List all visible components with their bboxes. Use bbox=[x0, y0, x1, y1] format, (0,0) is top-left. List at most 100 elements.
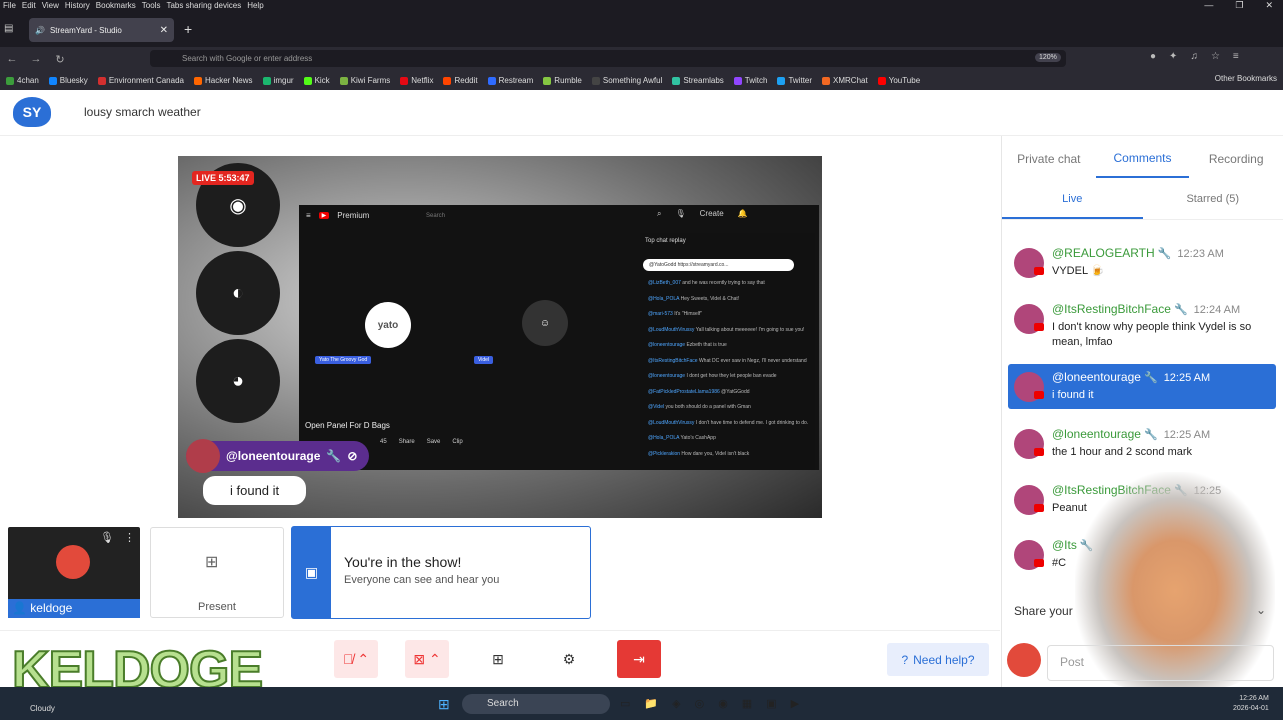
in-show-card: ▣ You're in the show! Everyone can see a… bbox=[291, 526, 591, 619]
menu-item[interactable]: Edit bbox=[22, 0, 36, 11]
comment-user: @REALOGEARTH bbox=[1052, 246, 1155, 260]
zoom-level[interactable]: 120% bbox=[1035, 53, 1061, 62]
inner-chat-header: Top chat replay bbox=[645, 238, 686, 244]
leave-studio-button[interactable]: ⇥ bbox=[617, 640, 661, 678]
tab-list-icon[interactable]: ▤ bbox=[4, 23, 13, 34]
bookmark-item[interactable]: Reddit bbox=[443, 76, 478, 85]
menu-item[interactable]: Tools bbox=[142, 0, 161, 11]
panel-subtab[interactable]: Live bbox=[1002, 188, 1143, 219]
bookmark-favicon-icon bbox=[543, 76, 552, 85]
bookmark-item[interactable]: XMRChat bbox=[822, 76, 868, 85]
post-comment-input[interactable]: Post bbox=[1047, 645, 1274, 681]
show-title[interactable]: lousy smarch weather bbox=[84, 105, 201, 119]
chevron-up-icon[interactable]: ⌃ bbox=[357, 651, 369, 668]
comment-time: 12:25 AM bbox=[1163, 429, 1211, 441]
taskbar-clock[interactable]: 12:26 AM 2026-04-01 bbox=[1233, 694, 1269, 714]
weather-widget[interactable]: Cloudy bbox=[30, 704, 55, 713]
calculator-icon[interactable]: ▦ bbox=[742, 697, 752, 710]
panel-tab[interactable]: Comments bbox=[1095, 140, 1190, 178]
menu-item[interactable]: Help bbox=[247, 0, 263, 11]
inner-chat-user: @Picklerakion bbox=[648, 450, 681, 457]
browser-tab[interactable]: 🔊 StreamYard - Studio ✕ bbox=[29, 18, 174, 42]
bookmark-item[interactable]: Netflix bbox=[400, 76, 433, 85]
guest-videl-avatar: ☺ bbox=[522, 300, 568, 346]
bookmark-item[interactable]: Twitch bbox=[733, 76, 767, 85]
present-tile[interactable]: Present bbox=[150, 527, 284, 618]
copilot-icon[interactable]: ◈ bbox=[672, 697, 680, 710]
comment-item[interactable]: @ItsRestingBitchFace 🔧 12:24 AM I don't kn… bbox=[1008, 296, 1276, 356]
taskbar-search[interactable]: Search bbox=[462, 694, 610, 714]
share-screen-button[interactable]: ⊞ bbox=[476, 640, 520, 678]
close-tab-icon[interactable]: ✕ bbox=[160, 25, 168, 36]
bookmark-favicon-icon bbox=[339, 76, 348, 85]
other-bookmarks[interactable]: Other Bookmarks bbox=[1215, 74, 1277, 83]
mic-muted-icon[interactable]: 🎙 bbox=[100, 531, 114, 544]
bookmark-item[interactable]: Restream bbox=[487, 76, 533, 85]
more-options-icon[interactable]: ⋮ bbox=[124, 531, 135, 544]
youtube-icon bbox=[1034, 559, 1044, 567]
discord-icon[interactable]: ◎ bbox=[695, 697, 705, 710]
menu-item[interactable]: View bbox=[42, 0, 59, 11]
bookmark-item[interactable]: Kick bbox=[303, 76, 330, 85]
menu-item[interactable]: Tabs sharing devices bbox=[166, 0, 241, 11]
inner-chat-line: @Hola_POLA Yato's CashApp bbox=[648, 435, 813, 441]
bookmark-item[interactable]: Environment Canada bbox=[97, 76, 184, 85]
bookmark-item[interactable]: 4chan bbox=[6, 76, 39, 85]
mute-mic-button[interactable]: 🎙̸ ⌃ bbox=[334, 640, 378, 678]
star-icon[interactable]: ☆ bbox=[1211, 51, 1220, 62]
forward-icon[interactable]: → bbox=[24, 53, 48, 65]
help-icon: ? bbox=[901, 652, 909, 667]
menu-item[interactable]: Bookmarks bbox=[96, 0, 136, 11]
bookmark-item[interactable]: Rumble bbox=[543, 76, 582, 85]
bookmark-favicon-icon bbox=[672, 76, 681, 85]
bell-icon: 🔔 bbox=[737, 209, 748, 218]
help-button[interactable]: ? Need help? bbox=[887, 643, 989, 676]
bookmark-item[interactable]: imgur bbox=[262, 76, 294, 85]
new-tab-icon[interactable]: + bbox=[184, 21, 192, 37]
inner-toolbar: ⌕ 🎙 Create 🔔 bbox=[657, 209, 748, 219]
headphones-icon[interactable]: ♫ bbox=[1190, 51, 1198, 62]
windows-start-icon[interactable]: ⊞ bbox=[438, 696, 450, 713]
speaker-icon[interactable]: 🔊 bbox=[35, 26, 45, 35]
inner-chat-line: @LizBeth_007 and he was recently trying … bbox=[648, 280, 813, 286]
file-explorer-icon[interactable]: 📁 bbox=[644, 697, 658, 710]
bookmark-item[interactable]: YouTube bbox=[877, 76, 920, 85]
panel-tab[interactable]: Recording bbox=[1189, 140, 1283, 178]
mod-wrench-icon: 🔧 bbox=[1157, 248, 1172, 260]
puzzle-icon[interactable]: ✦ bbox=[1169, 51, 1177, 62]
bookmark-item[interactable]: Bluesky bbox=[48, 76, 88, 85]
chevron-down-icon[interactable]: ⌄ bbox=[1256, 603, 1266, 617]
bookmark-item[interactable]: Hacker News bbox=[193, 76, 253, 85]
comment-item[interactable]: @loneentourage 🔧 12:25 AM i found it bbox=[1008, 364, 1276, 409]
reload-icon[interactable]: ↻ bbox=[48, 53, 72, 66]
app-icon[interactable]: ▣ bbox=[766, 697, 776, 710]
panel-subtab[interactable]: Starred (5) bbox=[1143, 188, 1283, 219]
chevron-up-icon[interactable]: ⌃ bbox=[429, 651, 441, 668]
bookmark-item[interactable]: Streamlabs bbox=[672, 76, 724, 85]
menu-item[interactable]: History bbox=[65, 0, 90, 11]
settings-button[interactable]: ⚙ bbox=[547, 640, 591, 678]
panel-tab[interactable]: Private chat bbox=[1002, 140, 1096, 178]
url-bar[interactable]: Search with Google or enter address bbox=[150, 50, 1066, 67]
menu-icon[interactable]: ≡ bbox=[1233, 51, 1239, 62]
bookmark-item[interactable]: Something Awful bbox=[591, 76, 662, 85]
inner-chat-user: @ItsRestingBitchFace bbox=[648, 357, 698, 364]
present-label: Present bbox=[198, 601, 236, 613]
bookmark-item[interactable]: Kiwi Farms bbox=[339, 76, 390, 85]
inner-chat-text: you both should do a panel with Gman bbox=[665, 404, 751, 410]
task-view-icon[interactable]: ▭ bbox=[620, 697, 630, 710]
bookmark-item[interactable]: Twitter bbox=[777, 76, 812, 85]
mod-wrench-icon: 🔧 bbox=[1143, 372, 1158, 384]
firefox-icon[interactable]: ◉ bbox=[718, 697, 728, 710]
menu-item[interactable]: File bbox=[3, 0, 16, 11]
guest-videl-label: Videl bbox=[474, 356, 494, 364]
inner-youtube-header: ≡ ▶ Premium bbox=[306, 211, 369, 220]
comment-item[interactable]: @REALOGEARTH 🔧 12:23 AM VYDEL 🍺 bbox=[1008, 240, 1276, 285]
streamyard-logo[interactable]: SY bbox=[13, 97, 51, 127]
comment-item[interactable]: @loneentourage 🔧 12:25 AM the 1 hour and 2… bbox=[1008, 421, 1276, 466]
media-player-icon[interactable]: ▶ bbox=[791, 697, 799, 710]
bookmark-label: Hacker News bbox=[204, 76, 253, 85]
extension-icon[interactable]: ● bbox=[1150, 51, 1156, 62]
back-icon[interactable]: ← bbox=[0, 53, 24, 65]
camera-off-button[interactable]: ⊠ ⌃ bbox=[405, 640, 449, 678]
